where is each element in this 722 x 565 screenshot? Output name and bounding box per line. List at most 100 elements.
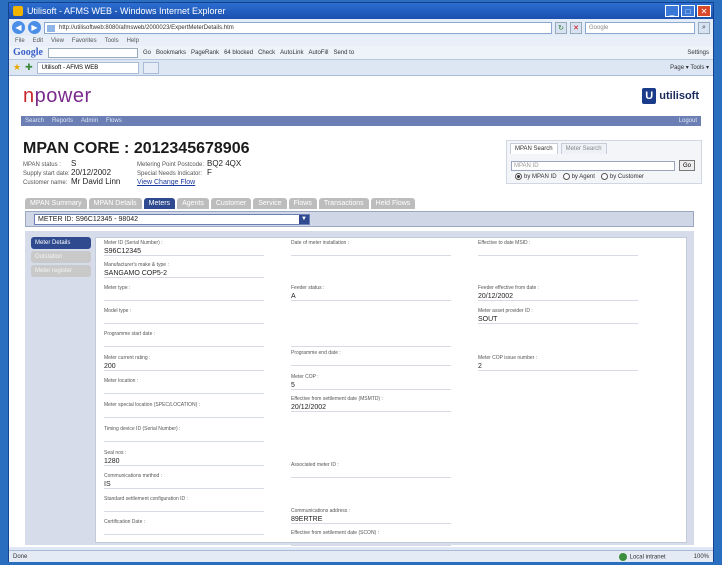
app-nav: Search Reports Admin Flows Logout	[21, 116, 701, 126]
zoom-level[interactable]: 100%	[694, 554, 709, 560]
field-label: Feeder status :	[291, 285, 325, 291]
tab-customer[interactable]: Customer	[210, 198, 252, 209]
tab-agents[interactable]: Agents	[177, 198, 209, 209]
field-value	[291, 537, 451, 546]
nav-admin[interactable]: Admin	[81, 118, 98, 124]
close-button[interactable]: ✕	[697, 5, 711, 17]
google-autolink[interactable]: AutoLink	[280, 50, 303, 56]
url-field[interactable]: http://utilisoftweb:8080/afmsweb/2000023…	[44, 21, 552, 34]
tab-transactions[interactable]: Transactions	[318, 198, 369, 209]
favorites-star-icon[interactable]: ★	[13, 62, 21, 73]
globe-icon	[618, 552, 627, 561]
field-programme-end: Programme end date :	[291, 350, 451, 366]
refresh-icon[interactable]: ↻	[555, 21, 567, 34]
tab-meters[interactable]: Meters	[143, 198, 176, 209]
field-value: S96C12345	[104, 247, 264, 256]
radio-by-customer[interactable]: by Customer	[600, 173, 644, 180]
tab-held-flows[interactable]: Held Flows	[370, 198, 416, 209]
mpan-tabs: MPAN Summary MPAN Details Meters Agents …	[25, 198, 416, 209]
nav-search[interactable]: Search	[25, 118, 44, 124]
tab-flows[interactable]: Flows	[288, 198, 317, 209]
menu-view[interactable]: View	[51, 38, 64, 44]
menu-bar: File Edit View Favorites Tools Help	[9, 36, 713, 46]
field-value: 1280	[104, 457, 264, 466]
page-title: MPAN CORE : 2012345678906	[23, 140, 250, 157]
tab-service[interactable]: Service	[253, 198, 287, 209]
menu-help[interactable]: Help	[127, 38, 139, 44]
menu-tools[interactable]: Tools	[105, 38, 119, 44]
zone-label: Local intranet	[629, 554, 666, 561]
google-sendto[interactable]: Send to	[333, 50, 354, 56]
search-icon[interactable]: ⌕	[698, 21, 710, 34]
maximize-button[interactable]: □	[681, 5, 695, 17]
field-feeder-effective-from: Feeder effective from date :20/12/2002	[478, 285, 638, 301]
utilisoft-text: utilisoft	[659, 90, 699, 102]
field-value	[104, 526, 264, 535]
minimize-button[interactable]: _	[665, 5, 679, 17]
field-value: 89ERTRE	[291, 515, 451, 524]
live-search-input[interactable]: Google	[585, 21, 695, 34]
google-settings[interactable]: Settings	[687, 50, 713, 56]
tab-mpan-summary[interactable]: MPAN Summary	[25, 198, 87, 209]
google-autofill[interactable]: AutoFill	[308, 50, 328, 56]
google-check[interactable]: Check	[258, 50, 275, 56]
field-label: Effective to date MSID :	[478, 240, 531, 246]
meter-select-value: METER ID: S96C12345 - 98042	[38, 216, 138, 223]
menu-edit[interactable]: Edit	[33, 38, 43, 44]
menu-file[interactable]: File	[15, 38, 25, 44]
field-value: SOUT	[478, 315, 638, 324]
mpan-search-input[interactable]: MPAN ID	[511, 161, 675, 171]
tab-meter-search[interactable]: Meter Search	[560, 143, 607, 154]
field-label: Meter COP issue number :	[478, 355, 538, 361]
view-change-flow-link[interactable]: View Change Flow	[137, 179, 195, 186]
nav-reports[interactable]: Reports	[52, 118, 73, 124]
side-meter-register[interactable]: Meter register	[31, 265, 91, 277]
field-value	[291, 469, 451, 478]
tab-mpan-search[interactable]: MPAN Search	[510, 143, 558, 154]
field-label: Seal nos :	[104, 450, 127, 456]
back-icon[interactable]: ◀	[12, 21, 25, 34]
google-bookmarks[interactable]: Bookmarks	[156, 50, 186, 56]
mp-postcode-label: Metering Point Postcode:	[137, 162, 205, 168]
meter-select[interactable]: METER ID: S96C12345 - 98042 ▼	[34, 214, 310, 225]
logout-link[interactable]: Logout	[679, 118, 701, 124]
radio-by-agent[interactable]: by Agent	[562, 173, 595, 181]
add-favorites-icon[interactable]: ✚	[25, 62, 33, 73]
field-value: A	[291, 292, 451, 301]
side-outstation[interactable]: Outstation	[31, 251, 91, 263]
field-meter-cop-issue: Meter COP issue number :2	[478, 355, 638, 371]
field-value: 20/12/2002	[478, 292, 638, 301]
stop-icon[interactable]: ✕	[570, 21, 582, 34]
field-label: Date of meter installation :	[291, 240, 350, 246]
radio-dot-selected	[515, 173, 522, 180]
status-bar: Done Local intranet 100%	[9, 550, 713, 562]
field-value: SANGAMO COP5-2	[104, 269, 264, 278]
field-seal-nos: Seal nos :1280	[104, 450, 264, 466]
toolbar-right[interactable]: Page ▾ Tools ▾	[670, 64, 713, 71]
new-tab-button[interactable]	[143, 61, 160, 74]
google-pagerank[interactable]: PageRank	[191, 50, 219, 56]
tab-mpan-details[interactable]: MPAN Details	[88, 198, 142, 209]
field-label: Meter current rating :	[104, 355, 151, 361]
field-label: Standard settlement configuration ID :	[104, 496, 188, 502]
chevron-down-icon[interactable]: ▼	[299, 215, 309, 224]
field-special-location: Meter special location (SPEC/LOCATION) :	[104, 402, 264, 418]
field-label: Meter special location (SPEC/LOCATION) :	[104, 402, 201, 408]
google-go[interactable]: Go	[143, 50, 151, 56]
field-label: Effective from settlement date (SCON) :	[291, 530, 379, 536]
radio-label: by Agent	[571, 174, 595, 181]
side-meter-details[interactable]: Meter Details	[31, 237, 91, 249]
nav-flows[interactable]: Flows	[106, 118, 122, 124]
google-popup-blocked[interactable]: 64 blocked	[224, 50, 253, 56]
forward-icon[interactable]: ▶	[28, 21, 41, 34]
field-value	[478, 247, 638, 256]
customer-value: Mr David Linn	[71, 177, 121, 186]
browser-tab[interactable]: Utilisoft - AFMS WEB	[36, 61, 140, 74]
field-value: IS	[104, 480, 264, 489]
go-button[interactable]: Go	[679, 160, 695, 171]
field-value	[104, 315, 264, 324]
google-search-input[interactable]	[48, 47, 138, 58]
field-comms-method: Communications method : IS	[104, 473, 264, 489]
radio-by-mpan[interactable]: by MPAN ID	[515, 173, 557, 180]
menu-favorites[interactable]: Favorites	[72, 38, 97, 44]
